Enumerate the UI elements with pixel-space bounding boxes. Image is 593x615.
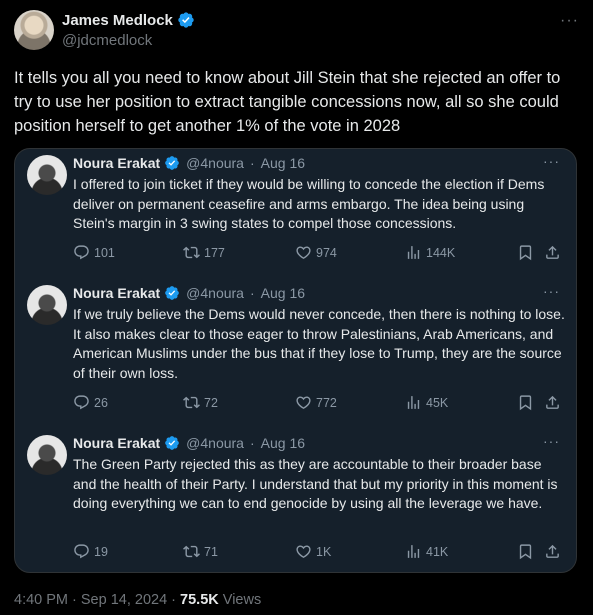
action-bar: 26 72 772 45K — [73, 394, 563, 414]
quoted-author-avatar[interactable] — [27, 155, 67, 195]
bookmark-button[interactable] — [517, 543, 534, 560]
more-options-icon[interactable]: ··· — [560, 12, 579, 30]
author-name-row: James Medlock — [62, 11, 195, 29]
quoted-tweet-header: Noura Erakat @4noura · Aug 16 — [73, 155, 305, 171]
separator-dot: · — [249, 435, 255, 451]
repost-button[interactable]: 177 — [183, 244, 225, 261]
timestamp[interactable]: 4:40 PM · Sep 14, 2024 · — [14, 592, 180, 608]
repost-button[interactable]: 71 — [183, 543, 218, 560]
repost-count: 177 — [204, 245, 225, 260]
view-count: 75.5K — [180, 592, 219, 608]
action-bar: 19 71 1K 41K — [73, 543, 563, 563]
repost-count: 71 — [204, 544, 218, 559]
tweet-footer: 4:40 PM · Sep 14, 2024 · 75.5K Views — [14, 592, 261, 608]
views-button[interactable]: 144K — [405, 244, 455, 261]
reply-icon — [74, 395, 89, 410]
heart-icon — [296, 545, 311, 558]
share-icon — [546, 395, 559, 409]
separator-dot: · — [249, 285, 255, 301]
verified-badge-icon — [165, 286, 179, 300]
views-chart-icon — [407, 545, 420, 558]
share-icon — [546, 544, 559, 558]
share-icon — [546, 245, 559, 259]
reply-button[interactable]: 19 — [73, 543, 108, 560]
quoted-author-name[interactable]: Noura Erakat — [73, 155, 160, 171]
views-chart-icon — [407, 396, 420, 409]
author-handle[interactable]: @jdcmedlock — [62, 32, 152, 49]
views-label: Views — [218, 592, 262, 608]
like-count: 974 — [316, 245, 337, 260]
repost-icon — [183, 396, 200, 409]
tweet-text: It tells you all you need to know about … — [14, 69, 561, 135]
views-chart-icon — [407, 246, 420, 259]
views-button[interactable]: 41K — [405, 543, 448, 560]
verified-badge-icon — [165, 156, 179, 170]
quoted-author-handle[interactable]: @4noura — [186, 435, 244, 451]
more-options-icon[interactable]: ··· — [543, 283, 560, 299]
quoted-tweet-header: Noura Erakat @4noura · Aug 16 — [73, 435, 305, 451]
heart-icon — [296, 396, 311, 409]
quoted-tweet-text: I offered to join ticket if they would b… — [73, 176, 545, 231]
quoted-date[interactable]: Aug 16 — [261, 435, 305, 451]
reply-icon — [74, 245, 89, 260]
share-button[interactable] — [544, 394, 561, 411]
bookmark-icon — [519, 395, 532, 411]
verified-badge-icon — [178, 12, 194, 28]
quoted-date[interactable]: Aug 16 — [261, 155, 305, 171]
quoted-author-avatar[interactable] — [27, 435, 67, 475]
reply-icon — [74, 544, 89, 559]
bookmark-button[interactable] — [517, 394, 534, 411]
reply-button[interactable]: 26 — [73, 394, 108, 411]
like-button[interactable]: 1K — [295, 543, 331, 560]
heart-icon — [296, 246, 311, 259]
reply-count: 26 — [94, 395, 108, 410]
quoted-tweet[interactable]: Noura Erakat @4noura · Aug 16 ··· If we … — [15, 279, 576, 429]
like-button[interactable]: 772 — [295, 394, 337, 411]
like-button[interactable]: 974 — [295, 244, 337, 261]
views-button[interactable]: 45K — [405, 394, 448, 411]
like-count: 1K — [316, 544, 332, 559]
quoted-tweet[interactable]: Noura Erakat @4noura · Aug 16 ··· I offe… — [15, 149, 576, 279]
quoted-tweet-text: If we truly believe the Dems would never… — [73, 306, 565, 381]
repost-count: 72 — [204, 395, 218, 410]
quoted-thread-card[interactable]: Noura Erakat @4noura · Aug 16 ··· I offe… — [14, 148, 577, 573]
tweet-header: James Medlock @jdcmedlock ··· — [14, 10, 579, 54]
author-name[interactable]: James Medlock — [62, 12, 173, 29]
quoted-author-handle[interactable]: @4noura — [186, 155, 244, 171]
quoted-date[interactable]: Aug 16 — [261, 285, 305, 301]
views-count: 41K — [426, 544, 449, 559]
quoted-tweet-header: Noura Erakat @4noura · Aug 16 — [73, 285, 305, 301]
bookmark-button[interactable] — [517, 244, 534, 261]
reply-button[interactable]: 101 — [73, 244, 115, 261]
reply-count: 101 — [94, 245, 115, 260]
share-button[interactable] — [544, 543, 561, 560]
verified-badge-icon — [165, 436, 179, 450]
quoted-author-name[interactable]: Noura Erakat — [73, 285, 160, 301]
views-count: 144K — [426, 245, 456, 260]
repost-icon — [183, 545, 200, 558]
views-count: 45K — [426, 395, 449, 410]
reply-count: 19 — [94, 544, 108, 559]
quoted-tweet[interactable]: Noura Erakat @4noura · Aug 16 ··· The Gr… — [15, 429, 576, 572]
bookmark-icon — [519, 245, 532, 261]
quoted-tweet-text: The Green Party rejected this as they ar… — [73, 456, 558, 511]
more-options-icon[interactable]: ··· — [543, 433, 560, 449]
more-options-icon[interactable]: ··· — [543, 153, 560, 169]
quoted-author-avatar[interactable] — [27, 285, 67, 325]
author-avatar[interactable] — [14, 10, 54, 50]
quoted-author-name[interactable]: Noura Erakat — [73, 435, 160, 451]
repost-button[interactable]: 72 — [183, 394, 218, 411]
separator-dot: · — [249, 155, 255, 171]
repost-icon — [183, 246, 200, 259]
like-count: 772 — [316, 395, 337, 410]
bookmark-icon — [519, 544, 532, 560]
share-button[interactable] — [544, 244, 561, 261]
quoted-author-handle[interactable]: @4noura — [186, 285, 244, 301]
action-bar: 101 177 974 144K — [73, 244, 563, 264]
